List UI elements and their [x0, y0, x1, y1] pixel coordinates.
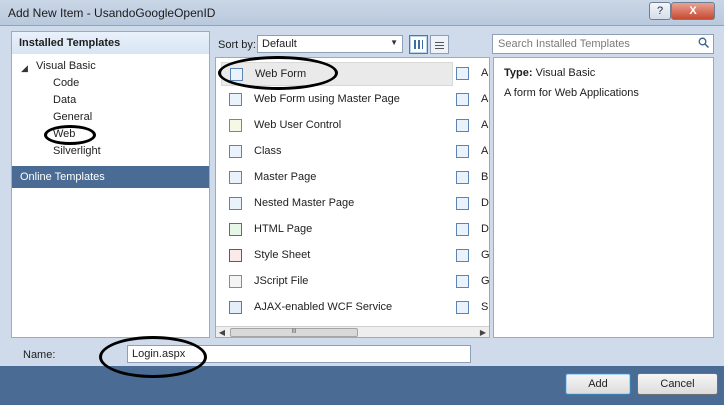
template-label: AS	[481, 67, 489, 79]
template-icon	[456, 223, 469, 236]
sort-by-value: Default	[262, 38, 297, 50]
template-details-panel: Type: Visual Basic A form for Web Applic…	[493, 57, 714, 338]
scrollbar-thumb[interactable]: III	[230, 328, 358, 337]
style-sheet-icon	[229, 249, 242, 262]
template-label: HTML Page	[254, 223, 313, 235]
template-label: Gl	[481, 275, 490, 287]
close-button[interactable]: X	[671, 2, 715, 20]
user-control-icon	[229, 119, 242, 132]
template-html-page[interactable]: HTML Page	[221, 218, 453, 242]
template-master-page[interactable]: Master Page	[221, 166, 453, 190]
wcf-service-icon	[229, 301, 242, 314]
template-label: Br	[481, 171, 489, 183]
title-bar: Add New Item - UsandoGoogleOpenID ? X	[0, 0, 724, 26]
template-icon	[456, 171, 469, 184]
template-col2-item[interactable]: Gl	[456, 270, 490, 294]
template-label: Class	[254, 145, 282, 157]
master-page-icon	[229, 171, 242, 184]
template-label: AS	[481, 93, 489, 105]
list-view-icon	[414, 40, 423, 49]
template-style-sheet[interactable]: Style Sheet	[221, 244, 453, 268]
scroll-left-icon[interactable]: ◀	[216, 327, 228, 337]
online-templates-header[interactable]: Online Templates	[12, 166, 209, 188]
template-col2-item[interactable]: Ge	[456, 244, 490, 268]
horizontal-scrollbar[interactable]: ◀ III ▶	[216, 326, 489, 337]
template-label: Au	[481, 145, 489, 157]
add-button[interactable]: Add	[565, 373, 631, 395]
template-col2-item[interactable]: Sit	[456, 296, 489, 320]
template-list: Web Form Web Form using Master Page Web …	[215, 57, 490, 338]
annotation-ellipse-name	[99, 336, 207, 378]
template-label: Web User Control	[254, 119, 342, 131]
annotation-ellipse-web-form	[218, 56, 338, 90]
template-icon	[456, 197, 469, 210]
template-class[interactable]: Class	[221, 140, 453, 164]
type-label: Type:	[504, 67, 533, 79]
annotation-ellipse-web	[44, 125, 96, 145]
tree-item-visual-basic[interactable]: Visual Basic	[36, 60, 96, 72]
html-page-icon	[229, 223, 242, 236]
template-label: Dy	[481, 223, 489, 235]
template-label: Sit	[481, 301, 489, 313]
sort-by-dropdown[interactable]: Default ▼	[257, 35, 403, 53]
tree-item-silverlight[interactable]: Silverlight	[53, 145, 101, 157]
chevron-down-icon: ▼	[390, 38, 398, 47]
details-view-icon	[435, 40, 444, 49]
tree-item-general[interactable]: General	[53, 111, 92, 123]
window-title: Add New Item - UsandoGoogleOpenID	[8, 6, 216, 20]
template-jscript-file[interactable]: JScript File	[221, 270, 453, 294]
template-type: Type: Visual Basic	[504, 67, 595, 79]
details-view-button[interactable]	[430, 35, 449, 54]
search-templates-input[interactable]: Search Installed Templates	[492, 34, 714, 54]
search-placeholder: Search Installed Templates	[498, 38, 630, 50]
template-tree-panel: Installed Templates ◢ Visual Basic Code …	[11, 31, 210, 338]
template-ajax-wcf-service[interactable]: AJAX-enabled WCF Service	[221, 296, 453, 320]
template-label: Do	[481, 197, 489, 209]
template-col2-item[interactable]: Au	[456, 140, 489, 164]
template-label: Web Form using Master Page	[254, 93, 400, 105]
medium-icons-view-button[interactable]	[409, 35, 428, 54]
template-icon	[456, 67, 469, 80]
template-icon	[456, 119, 469, 132]
template-col2-item[interactable]: Br	[456, 166, 489, 190]
template-col2-item[interactable]: Do	[456, 192, 489, 216]
template-col2-item[interactable]: Dy	[456, 218, 489, 242]
scroll-right-icon[interactable]: ▶	[477, 327, 489, 337]
template-web-form-master[interactable]: Web Form using Master Page	[221, 88, 453, 112]
tree-item-code[interactable]: Code	[53, 77, 79, 89]
search-icon	[698, 37, 709, 48]
template-col2-item[interactable]: AS	[456, 88, 489, 112]
template-icon	[456, 93, 469, 106]
template-icon	[456, 275, 469, 288]
template-label: Nested Master Page	[254, 197, 355, 209]
template-icon	[456, 249, 469, 262]
help-button[interactable]: ?	[649, 2, 671, 20]
cancel-button[interactable]: Cancel	[637, 373, 718, 395]
template-icon	[456, 145, 469, 158]
template-col2-item[interactable]: AS	[456, 62, 489, 86]
template-label: Ge	[481, 249, 490, 261]
template-label: AJAX-enabled WCF Service	[254, 301, 393, 313]
type-value: Visual Basic	[535, 67, 596, 79]
nested-master-icon	[229, 197, 242, 210]
expand-arrow-icon[interactable]: ◢	[21, 63, 28, 74]
template-description: A form for Web Applications	[504, 87, 639, 99]
template-web-user-control[interactable]: Web User Control	[221, 114, 453, 138]
template-icon	[456, 301, 469, 314]
template-nested-master-page[interactable]: Nested Master Page	[221, 192, 453, 216]
name-label: Name:	[23, 349, 56, 361]
installed-templates-header[interactable]: Installed Templates	[12, 32, 209, 54]
class-icon	[229, 145, 242, 158]
web-form-master-icon	[229, 93, 242, 106]
sort-by-label: Sort by:	[218, 39, 256, 51]
tree-item-data[interactable]: Data	[53, 94, 76, 106]
template-col2-item[interactable]: AS	[456, 114, 489, 138]
template-label: Master Page	[254, 171, 317, 183]
template-label: Style Sheet	[254, 249, 311, 261]
template-label: AS	[481, 119, 489, 131]
jscript-icon	[229, 275, 242, 288]
template-label: JScript File	[254, 275, 309, 287]
